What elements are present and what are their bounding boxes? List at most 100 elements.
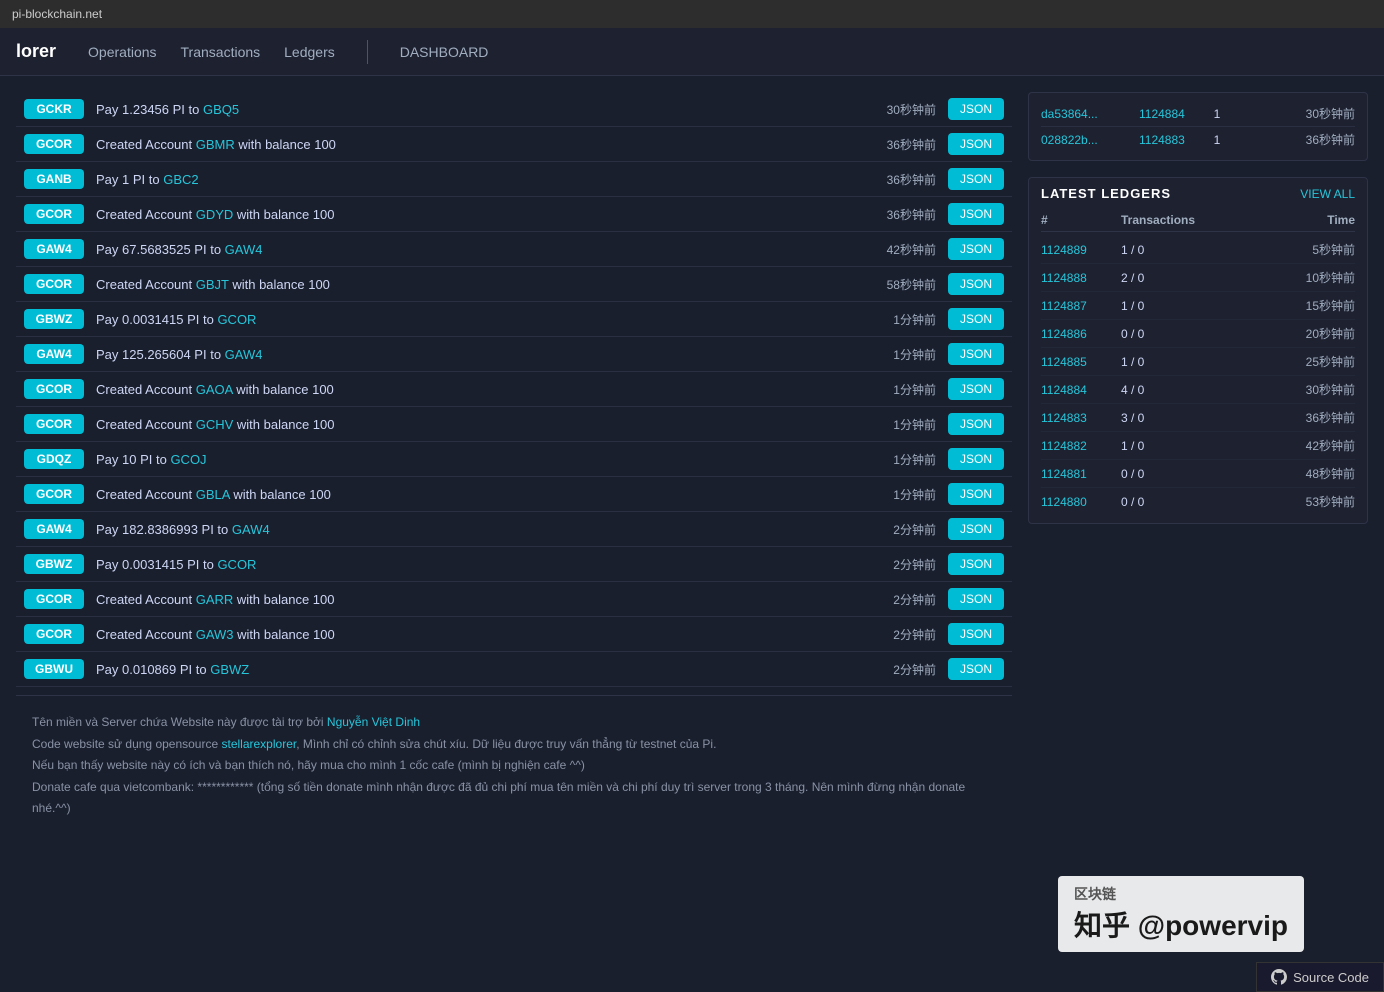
ledger-tx-count: 4 / 0	[1121, 383, 1221, 397]
ops-badge[interactable]: GCKR	[24, 99, 84, 119]
nav-links: Operations Transactions Ledgers DASHBOAR…	[88, 40, 1368, 64]
ledger-time: 48秒钟前	[1221, 465, 1355, 482]
footer-link2[interactable]: stellarexplorer	[222, 737, 297, 751]
ledger-number[interactable]: 1124887	[1041, 299, 1121, 313]
col-hash: #	[1041, 213, 1121, 227]
ops-description: Created Account GDYD with balance 100	[96, 207, 854, 222]
tx-row: 028822b... 1124883 1 36秒钟前	[1041, 127, 1355, 152]
json-button[interactable]: JSON	[948, 343, 1004, 365]
tx-hash[interactable]: da53864...	[1041, 107, 1131, 121]
ops-time: 30秒钟前	[866, 101, 936, 118]
ops-badge[interactable]: GCOR	[24, 134, 84, 154]
ledger-time: 15秒钟前	[1221, 297, 1355, 314]
brand-logo: lorer	[16, 41, 56, 62]
nav-ledgers[interactable]: Ledgers	[284, 44, 335, 60]
ops-time: 36秒钟前	[866, 206, 936, 223]
ledger-row: 1124883 3 / 0 36秒钟前	[1041, 404, 1355, 432]
json-button[interactable]: JSON	[948, 658, 1004, 680]
json-button[interactable]: JSON	[948, 98, 1004, 120]
ops-badge[interactable]: GCOR	[24, 484, 84, 504]
ops-badge[interactable]: GDQZ	[24, 449, 84, 469]
ledger-number[interactable]: 1124883	[1041, 411, 1121, 425]
watermark: 区块链 知乎 @powervip	[1058, 876, 1304, 952]
footer-line3: Nếu bạn thấy website này có ích và bạn t…	[32, 755, 996, 777]
json-button[interactable]: JSON	[948, 273, 1004, 295]
footer-line4: Donate cafe qua vietcombank: ***********…	[32, 777, 996, 820]
json-button[interactable]: JSON	[948, 203, 1004, 225]
ops-badge[interactable]: GCOR	[24, 414, 84, 434]
tx-ledger[interactable]: 1124883	[1139, 133, 1199, 147]
json-button[interactable]: JSON	[948, 518, 1004, 540]
ops-row: GCORCreated Account GAW3 with balance 10…	[16, 617, 1012, 652]
ops-badge[interactable]: GAW4	[24, 344, 84, 364]
ledger-time: 10秒钟前	[1221, 269, 1355, 286]
nav-dashboard[interactable]: DASHBOARD	[400, 44, 489, 60]
ops-badge[interactable]: GCOR	[24, 624, 84, 644]
ops-time: 2分钟前	[866, 626, 936, 643]
ledger-number[interactable]: 1124885	[1041, 355, 1121, 369]
ledger-time: 30秒钟前	[1221, 381, 1355, 398]
ops-description: Pay 10 PI to GCOJ	[96, 452, 854, 467]
ops-badge[interactable]: GCOR	[24, 379, 84, 399]
ledger-number[interactable]: 1124888	[1041, 271, 1121, 285]
json-button[interactable]: JSON	[948, 308, 1004, 330]
json-button[interactable]: JSON	[948, 448, 1004, 470]
footer-link1[interactable]: Nguyễn Việt Dinh	[327, 715, 420, 729]
json-button[interactable]: JSON	[948, 238, 1004, 260]
ledger-time: 42秒钟前	[1221, 437, 1355, 454]
nav-operations[interactable]: Operations	[88, 44, 156, 60]
source-code-label: Source Code	[1293, 970, 1369, 985]
nav-transactions[interactable]: Transactions	[181, 44, 261, 60]
ops-description: Created Account GBLA with balance 100	[96, 487, 854, 502]
ledger-tx-count: 1 / 0	[1121, 243, 1221, 257]
ledger-row: 1124882 1 / 0 42秒钟前	[1041, 432, 1355, 460]
ops-badge[interactable]: GBWZ	[24, 309, 84, 329]
json-button[interactable]: JSON	[948, 133, 1004, 155]
ledger-row: 1124885 1 / 0 25秒钟前	[1041, 348, 1355, 376]
ledger-number[interactable]: 1124884	[1041, 383, 1121, 397]
tx-ledger[interactable]: 1124884	[1139, 107, 1199, 121]
json-button[interactable]: JSON	[948, 553, 1004, 575]
ops-time: 42秒钟前	[866, 241, 936, 258]
ops-row: GCOR Created Account GBLA with balance 10…	[16, 477, 1012, 512]
source-code-button[interactable]: Source Code	[1256, 962, 1384, 992]
ops-badge[interactable]: GAW4	[24, 239, 84, 259]
ops-badge[interactable]: GAW4	[24, 519, 84, 539]
ops-badge[interactable]: GCOR	[24, 274, 84, 294]
ledger-number[interactable]: 1124889	[1041, 243, 1121, 257]
ops-row: GCORCreated Account GBMR with balance 10…	[16, 127, 1012, 162]
ops-badge[interactable]: GBWU	[24, 659, 84, 679]
ops-description: Pay 1 PI to GBC2	[96, 172, 854, 187]
ledger-number[interactable]: 1124881	[1041, 467, 1121, 481]
json-button[interactable]: JSON	[948, 413, 1004, 435]
ops-badge[interactable]: GCOR	[24, 589, 84, 609]
main-layout: GCKRPay 1.23456 PI to GBQ530秒钟前JSONGCORC…	[0, 76, 1384, 844]
col-tx: Transactions	[1121, 213, 1221, 227]
ledger-row: 1124888 2 / 0 10秒钟前	[1041, 264, 1355, 292]
view-all-link[interactable]: VIEW ALL	[1300, 187, 1355, 201]
json-button[interactable]: JSON	[948, 623, 1004, 645]
json-button[interactable]: JSON	[948, 483, 1004, 505]
ledger-number[interactable]: 1124880	[1041, 495, 1121, 509]
ops-badge[interactable]: GBWZ	[24, 554, 84, 574]
ledger-number[interactable]: 1124886	[1041, 327, 1121, 341]
ops-row: GBWZPay 0.0031415 PI to GCOR2分钟前JSON	[16, 547, 1012, 582]
titlebar-text: pi-blockchain.net	[12, 7, 102, 21]
tx-hash[interactable]: 028822b...	[1041, 133, 1131, 147]
ops-time: 1分钟前	[866, 311, 936, 328]
json-button[interactable]: JSON	[948, 378, 1004, 400]
ledger-time: 20秒钟前	[1221, 325, 1355, 342]
ledger-row: 1124880 0 / 0 53秒钟前	[1041, 488, 1355, 515]
json-button[interactable]: JSON	[948, 588, 1004, 610]
ledger-number[interactable]: 1124882	[1041, 439, 1121, 453]
json-button[interactable]: JSON	[948, 168, 1004, 190]
tx-count: 1	[1207, 133, 1227, 147]
ops-description: Created Account GBJT with balance 100	[96, 277, 854, 292]
titlebar: pi-blockchain.net	[0, 0, 1384, 28]
ops-time: 1分钟前	[866, 486, 936, 503]
ops-badge[interactable]: GCOR	[24, 204, 84, 224]
ops-description: Pay 0.0031415 PI to GCOR	[96, 312, 854, 327]
ops-badge[interactable]: GANB	[24, 169, 84, 189]
ledger-row: 1124884 4 / 0 30秒钟前	[1041, 376, 1355, 404]
ops-time: 2分钟前	[866, 521, 936, 538]
